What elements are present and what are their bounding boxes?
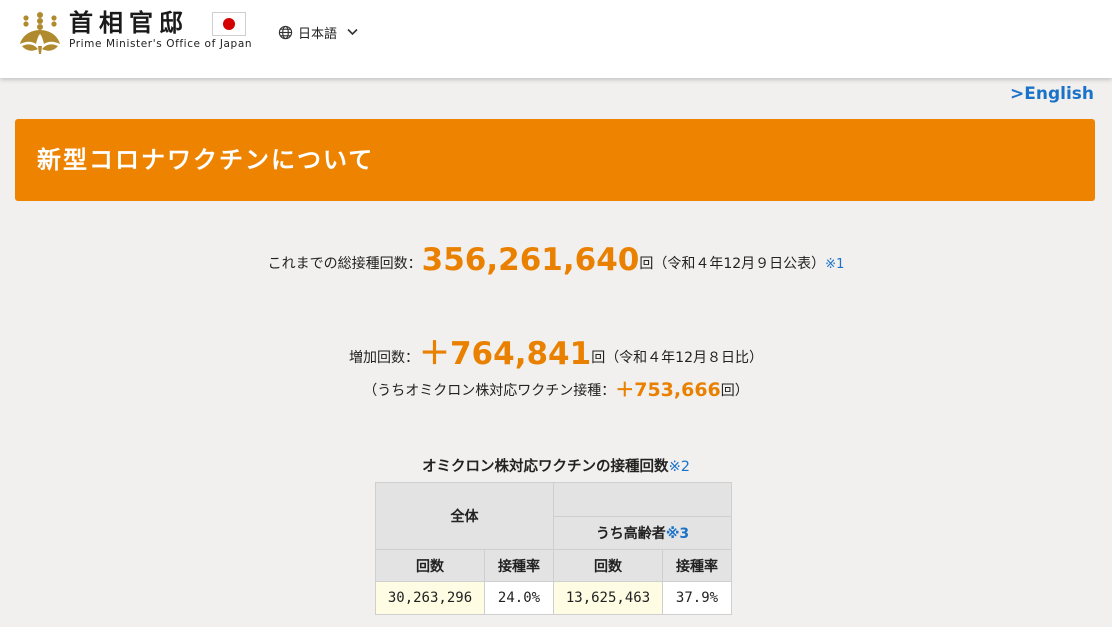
footnote-link-2[interactable]: ※2	[669, 459, 690, 475]
col-rate-all: 接種率	[484, 549, 554, 582]
increase-value: ＋764,841	[418, 336, 592, 372]
cell-all-rate: 24.0%	[484, 581, 554, 615]
language-selector[interactable]: 日本語	[278, 22, 363, 42]
table-row: 30,263,296 24.0% 13,625,463 37.9%	[375, 581, 732, 615]
site-title-en[interactable]: Prime Minister's Office of Japan	[69, 38, 252, 50]
header-elderly-label: うち高齢者	[595, 525, 666, 542]
col-count-all: 回数	[375, 549, 485, 582]
site-title-jp[interactable]: 首相官邸	[69, 9, 189, 37]
increase-label: 増加回数：	[348, 350, 419, 366]
omicron-vaccine-table: 全体 うち高齢者※3 回数 接種率 回数 接種率 30,263,296 24.0…	[375, 482, 732, 615]
omicron-suffix: 回）	[720, 383, 749, 399]
cell-elderly-rate: 37.9%	[662, 581, 732, 615]
footnote-link-1[interactable]: ※1	[825, 257, 844, 272]
header-spacer	[553, 482, 732, 516]
site-header: 首相官邸 Prime Minister's Office of Japan 日本…	[0, 0, 1112, 78]
total-value: 356,261,640	[421, 242, 640, 278]
cell-elderly-count: 13,625,463	[553, 581, 663, 615]
header-all: 全体	[375, 482, 554, 550]
japan-flag-icon	[212, 12, 246, 36]
language-label: 日本語	[298, 26, 338, 42]
total-unit: 回	[639, 256, 654, 272]
cell-all-count: 30,263,296	[375, 581, 485, 615]
col-count-elderly: 回数	[553, 549, 663, 582]
increase-date-note: （令和４年12月８日比）	[605, 350, 764, 366]
omicron-increase-value: ＋753,666	[615, 379, 721, 401]
total-vaccinations: これまでの総接種回数：356,261,640回（令和４年12月９日公表）※1	[0, 240, 1112, 280]
omicron-increase: （うちオミクロン株対応ワクチン接種：＋753,666回）	[0, 377, 1112, 403]
total-date-note: （令和４年12月９日公表）	[653, 256, 826, 272]
paulownia-emblem-icon[interactable]	[16, 10, 64, 54]
increase-count: 増加回数：＋764,841回（令和４年12月８日比）	[0, 334, 1112, 374]
globe-icon	[278, 25, 293, 39]
omicron-prefix: （うちオミクロン株対応ワクチン接種：	[363, 383, 616, 399]
total-label: これまでの総接種回数：	[267, 256, 422, 272]
footnote-link-3[interactable]: ※3	[666, 526, 689, 542]
header-elderly: うち高齢者※3	[553, 515, 732, 550]
increase-unit: 回	[591, 350, 606, 366]
table-title-text: オミクロン株対応ワクチンの接種回数	[422, 459, 669, 475]
english-link[interactable]: >English	[1010, 84, 1094, 104]
page-banner: 新型コロナワクチンについて	[15, 119, 1095, 201]
col-rate-elderly: 接種率	[662, 549, 732, 582]
table-title: オミクロン株対応ワクチンの接種回数※2	[0, 455, 1112, 476]
page-title: 新型コロナワクチンについて	[37, 146, 375, 174]
chevron-down-icon	[347, 28, 358, 36]
